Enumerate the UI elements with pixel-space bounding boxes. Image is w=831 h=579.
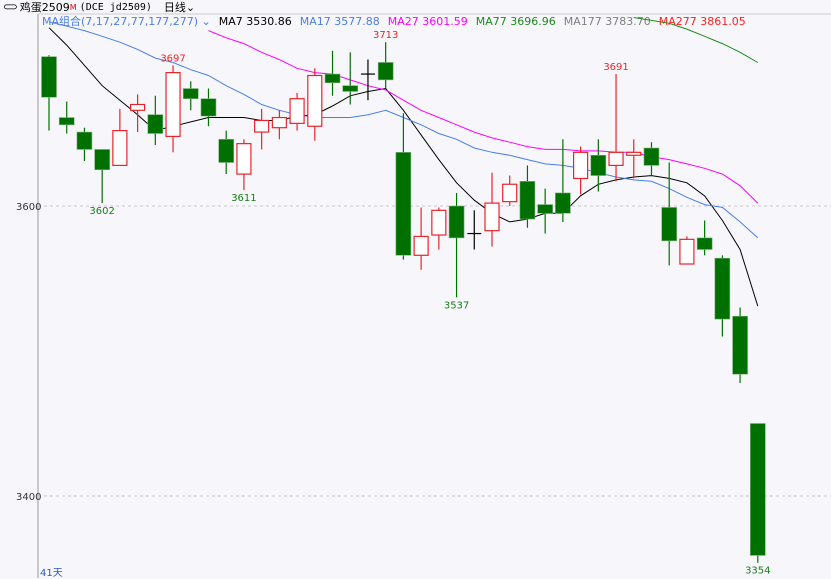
candle-body xyxy=(289,98,305,124)
candle xyxy=(643,142,660,176)
candle xyxy=(555,139,571,222)
candle-body xyxy=(679,238,695,265)
candle-body xyxy=(41,56,57,98)
extreme-price-label: 3691 xyxy=(603,62,628,73)
candle-body xyxy=(555,192,571,214)
ma-line-ma77 xyxy=(633,17,759,63)
candle xyxy=(732,307,748,383)
candle-body xyxy=(696,237,713,250)
candle-body xyxy=(182,88,199,100)
candle-body xyxy=(714,257,731,320)
candle-body xyxy=(448,205,465,239)
candle xyxy=(448,192,465,298)
candle xyxy=(236,139,252,191)
candle-body xyxy=(572,151,589,180)
candle xyxy=(289,92,305,131)
extreme-price-label: 3354 xyxy=(745,566,770,577)
candle xyxy=(502,175,518,206)
candle-body xyxy=(200,98,217,117)
candle-body xyxy=(165,71,181,137)
candle-body xyxy=(608,151,624,167)
candle-body xyxy=(147,114,164,134)
candle xyxy=(395,113,412,260)
candle xyxy=(696,220,713,256)
candle xyxy=(572,146,589,195)
candle-body xyxy=(519,181,536,220)
candle xyxy=(360,59,375,101)
y-tick-label: 3600 xyxy=(16,202,41,213)
candle xyxy=(307,68,323,141)
candle-body xyxy=(413,235,429,256)
extreme-price-label: 3537 xyxy=(444,300,469,311)
candle-body xyxy=(626,151,642,156)
candlestick-chart[interactable]: 3600 3400 3602 3697 3611 3713 3537 3691 3354 xyxy=(0,0,831,578)
candle-body xyxy=(661,207,678,242)
candle xyxy=(590,139,607,192)
extreme-price-label: 3611 xyxy=(231,193,256,204)
candle-body xyxy=(643,147,660,166)
candle-body xyxy=(76,131,93,150)
candle-body xyxy=(431,209,447,236)
candle-body xyxy=(484,202,500,232)
candle xyxy=(679,236,695,265)
candle xyxy=(271,110,287,140)
y-tick-label: 3400 xyxy=(16,492,41,503)
candle xyxy=(484,172,500,247)
candle xyxy=(165,65,181,153)
candle xyxy=(467,210,482,250)
candle xyxy=(94,149,110,204)
candle xyxy=(218,130,234,175)
candle xyxy=(537,188,553,234)
candle-body xyxy=(307,74,323,127)
candle xyxy=(147,95,164,146)
candle-body xyxy=(590,154,607,176)
candle xyxy=(377,42,394,89)
extreme-price-label: 3697 xyxy=(160,53,185,64)
candle-body xyxy=(537,204,553,214)
candle xyxy=(182,81,199,111)
candle xyxy=(626,139,642,179)
candle xyxy=(749,423,766,563)
candle xyxy=(519,165,536,228)
candle xyxy=(431,207,447,250)
candle xyxy=(76,127,93,162)
candle-body xyxy=(218,139,234,163)
candle-body xyxy=(236,143,252,175)
candle-body xyxy=(732,315,748,375)
candle-body xyxy=(324,73,341,84)
candle-body xyxy=(58,117,75,126)
candle xyxy=(254,108,270,150)
candle xyxy=(41,55,57,131)
candle-body xyxy=(130,103,146,111)
candle xyxy=(58,101,75,134)
extreme-price-label: 3602 xyxy=(89,206,114,217)
candle-body xyxy=(342,85,359,92)
candle-body xyxy=(254,119,270,133)
candle-body xyxy=(502,183,518,203)
candle-body xyxy=(94,149,110,171)
extreme-price-label: 3713 xyxy=(373,30,398,41)
candle-body xyxy=(377,62,394,81)
candle xyxy=(413,207,429,270)
candle xyxy=(714,255,731,337)
candle-body xyxy=(395,152,412,256)
candle-body xyxy=(749,423,766,556)
candle-body xyxy=(271,116,287,129)
candle xyxy=(200,88,217,127)
candle xyxy=(130,94,146,133)
day-count: 41天 xyxy=(40,568,63,579)
candle-body xyxy=(112,130,128,167)
candle xyxy=(608,74,624,182)
candle xyxy=(112,108,128,167)
